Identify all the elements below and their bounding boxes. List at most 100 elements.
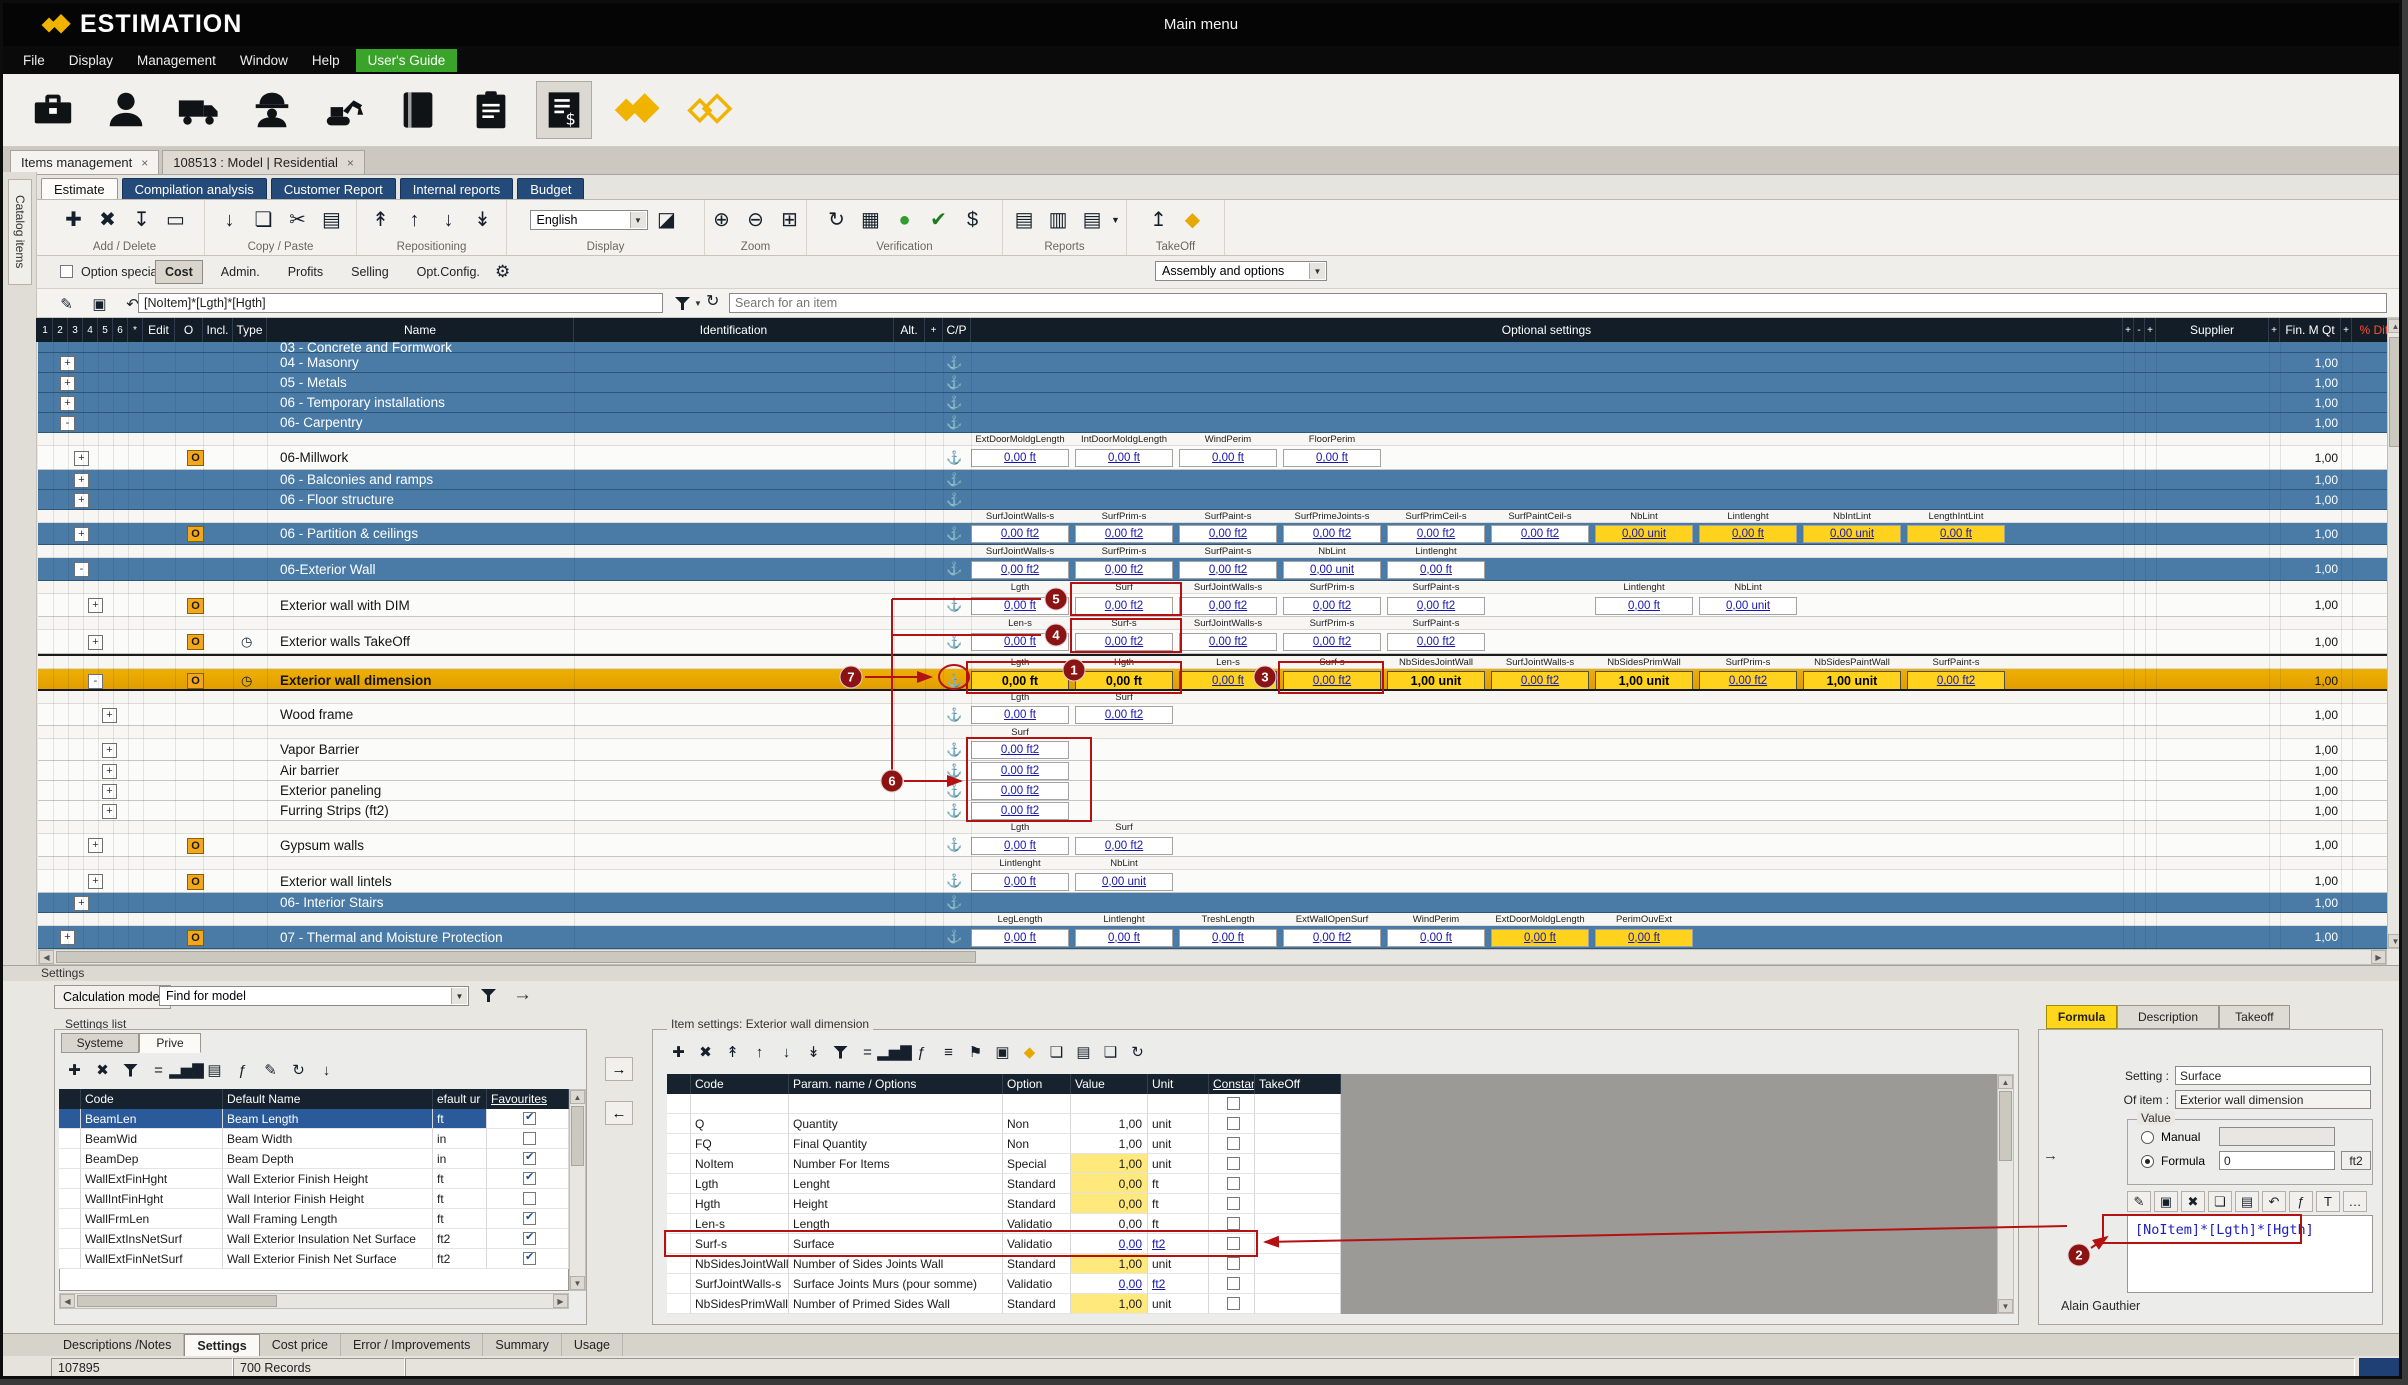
settings-col-header[interactable]: efault ur [433, 1089, 487, 1109]
tree-expander[interactable]: + [102, 804, 117, 819]
compare-button[interactable]: = [856, 1041, 879, 1063]
import-button[interactable]: ↓ [215, 204, 245, 236]
param-cell[interactable] [1255, 1234, 1341, 1254]
tree-expander[interactable]: + [74, 473, 89, 488]
param-cell[interactable]: 1,00 [1071, 1154, 1148, 1174]
grid-row[interactable]: LgthSurfSurfJointWalls-sSurfPrim-sSurfPa… [38, 581, 2387, 617]
param-cell[interactable]: Standard [1003, 1254, 1071, 1274]
optional-setting-value[interactable]: 0,00 ft [1907, 525, 2005, 543]
estimation-outline-logo-icon[interactable] [682, 81, 738, 139]
view-selling[interactable]: Selling [341, 260, 399, 284]
optional-setting-value[interactable]: 0,00 ft2 [1075, 633, 1173, 651]
optional-setting-value[interactable]: 0,00 ft [1387, 929, 1485, 947]
tab-takeoff[interactable]: Takeoff [2219, 1005, 2290, 1029]
refresh-button[interactable]: ↻ [287, 1059, 310, 1081]
formula-button[interactable]: ƒ [231, 1059, 254, 1081]
grid-header-cell[interactable]: + [2123, 318, 2134, 342]
tree-expander[interactable]: + [74, 896, 89, 911]
grid-row[interactable]: +⚓04 - Masonry1,00 [38, 353, 2387, 373]
param-cell[interactable]: 0,00 [1071, 1174, 1148, 1194]
constant-checkbox[interactable] [1227, 1257, 1240, 1270]
favourite-cell[interactable] [487, 1169, 569, 1189]
grid-horizontal-scrollbar[interactable]: ◀ ▶ [38, 949, 2387, 965]
menu-window[interactable]: Window [228, 49, 300, 72]
model-select[interactable]: Find for model ▼ [159, 986, 469, 1006]
cp-anchor-icon[interactable]: ⚓ [946, 707, 962, 723]
grid-row[interactable]: LgthSurf+O⚓Gypsum walls1,000,00 ft0,00 f… [38, 821, 2387, 857]
optional-setting-value[interactable]: 0,00 ft2 [1075, 706, 1173, 724]
truck-icon[interactable] [171, 81, 227, 139]
calculation-model-button[interactable]: Calculation model [54, 985, 171, 1009]
scroll-down-icon[interactable]: ▼ [1998, 1299, 2013, 1313]
optional-setting-value[interactable]: 0,00 ft [1075, 929, 1173, 947]
optional-setting-value[interactable]: 0,00 ft2 [971, 561, 1069, 579]
optional-setting-value[interactable]: 0,00 ft [1075, 449, 1173, 467]
param-cell[interactable]: ft [1148, 1174, 1209, 1194]
filter-icon[interactable] [481, 989, 496, 1002]
formula-text[interactable]: [NoItem]*[Lgth]*[Hgth] [2135, 1222, 2314, 1238]
zoom-out-button[interactable]: ⊖ [741, 204, 771, 236]
constant-checkbox[interactable] [1227, 1157, 1240, 1170]
optional-setting-value[interactable]: 0,00 ft2 [1179, 633, 1277, 651]
param-cell[interactable]: 1,00 [1071, 1294, 1148, 1314]
catalog-book-icon[interactable] [390, 81, 446, 139]
bottom-tab-descriptions-notes[interactable]: Descriptions /Notes [51, 1334, 184, 1356]
param-cell[interactable] [691, 1094, 789, 1114]
optional-setting-value[interactable]: 0,00 ft2 [1491, 525, 1589, 543]
settings-cell[interactable] [59, 1169, 81, 1189]
settings-cell[interactable]: Beam Depth [223, 1149, 433, 1169]
menu-help[interactable]: Help [300, 49, 352, 72]
grid-row[interactable]: Surf+⚓Vapor Barrier1,000,00 ft2 [38, 726, 2387, 761]
move-top-button[interactable]: ↟ [366, 204, 396, 236]
cp-anchor-icon[interactable]: ⚓ [946, 742, 962, 758]
close-tab-icon[interactable]: × [141, 156, 148, 170]
close-tab-icon[interactable]: × [347, 156, 354, 170]
param-cell[interactable] [667, 1294, 691, 1314]
param-cell[interactable]: unit [1148, 1294, 1209, 1314]
scroll-up-icon[interactable]: ▲ [2388, 319, 2402, 333]
param-cell[interactable] [1255, 1114, 1341, 1134]
tab-compilation-analysis[interactable]: Compilation analysis [122, 178, 267, 199]
param-cell[interactable]: Validatio [1003, 1274, 1071, 1294]
grid-row[interactable]: 03 - Concrete and Formwork [38, 342, 2387, 353]
scroll-right-icon[interactable]: ▶ [2371, 950, 2386, 964]
param-cell[interactable]: 0,00 [1071, 1274, 1148, 1294]
settings-cell[interactable]: in [433, 1129, 487, 1149]
optional-setting-value[interactable]: 0,00 ft [971, 873, 1069, 891]
param-cell[interactable] [789, 1094, 1003, 1114]
edit-button[interactable]: ✎ [259, 1059, 282, 1081]
toolbox-icon[interactable] [25, 81, 81, 139]
scroll-right-icon[interactable]: ▶ [553, 1294, 568, 1308]
param-cell[interactable]: Surf-s [691, 1234, 789, 1254]
bottom-tab-summary[interactable]: Summary [483, 1334, 561, 1356]
menu-users-guide[interactable]: User's Guide [356, 49, 458, 72]
param-cell[interactable]: Standard [1003, 1294, 1071, 1314]
optional-setting-value[interactable]: 1,00 unit [1387, 671, 1485, 691]
param-cell[interactable] [1071, 1094, 1148, 1114]
copy-button[interactable]: ❏ [1045, 1041, 1068, 1063]
check-button[interactable]: ✔ [924, 204, 954, 236]
favourite-checkbox[interactable] [523, 1152, 536, 1165]
tree-expander[interactable]: + [102, 708, 117, 723]
settings-cell[interactable]: Wall Exterior Finish Height [223, 1169, 433, 1189]
catalog-items-tab[interactable]: Catalog items [8, 179, 32, 285]
settings-cell[interactable]: BeamLen [81, 1109, 223, 1129]
grid-row[interactable]: Len-sSurf-sSurfJointWalls-sSurfPrim-sSur… [38, 617, 2387, 654]
paste-button[interactable]: ▤ [2235, 1191, 2259, 1212]
grid-header-cell[interactable]: 3 [68, 318, 83, 342]
cp-anchor-icon[interactable]: ⚓ [946, 415, 962, 431]
constant-cell[interactable] [1209, 1174, 1255, 1194]
param-col-header[interactable]: Code [691, 1074, 789, 1094]
optional-setting-value[interactable]: 0,00 ft2 [1283, 671, 1381, 691]
grid-header-cell[interactable]: Alt. [894, 318, 925, 342]
move-down-button[interactable]: ↓ [775, 1041, 798, 1063]
settings-cell[interactable] [59, 1229, 81, 1249]
grid-header-cell[interactable]: + [2145, 318, 2156, 342]
grid-header-cell[interactable]: Incl. [203, 318, 233, 342]
constant-checkbox[interactable] [1227, 1177, 1240, 1190]
estimation-solid-logo-icon[interactable] [609, 81, 665, 139]
param-cell[interactable]: ft2 [1148, 1274, 1209, 1294]
formula-radio[interactable] [2141, 1155, 2154, 1168]
settings-cell[interactable]: Wall Interior Finish Height [223, 1189, 433, 1209]
favourite-checkbox[interactable] [523, 1112, 536, 1125]
